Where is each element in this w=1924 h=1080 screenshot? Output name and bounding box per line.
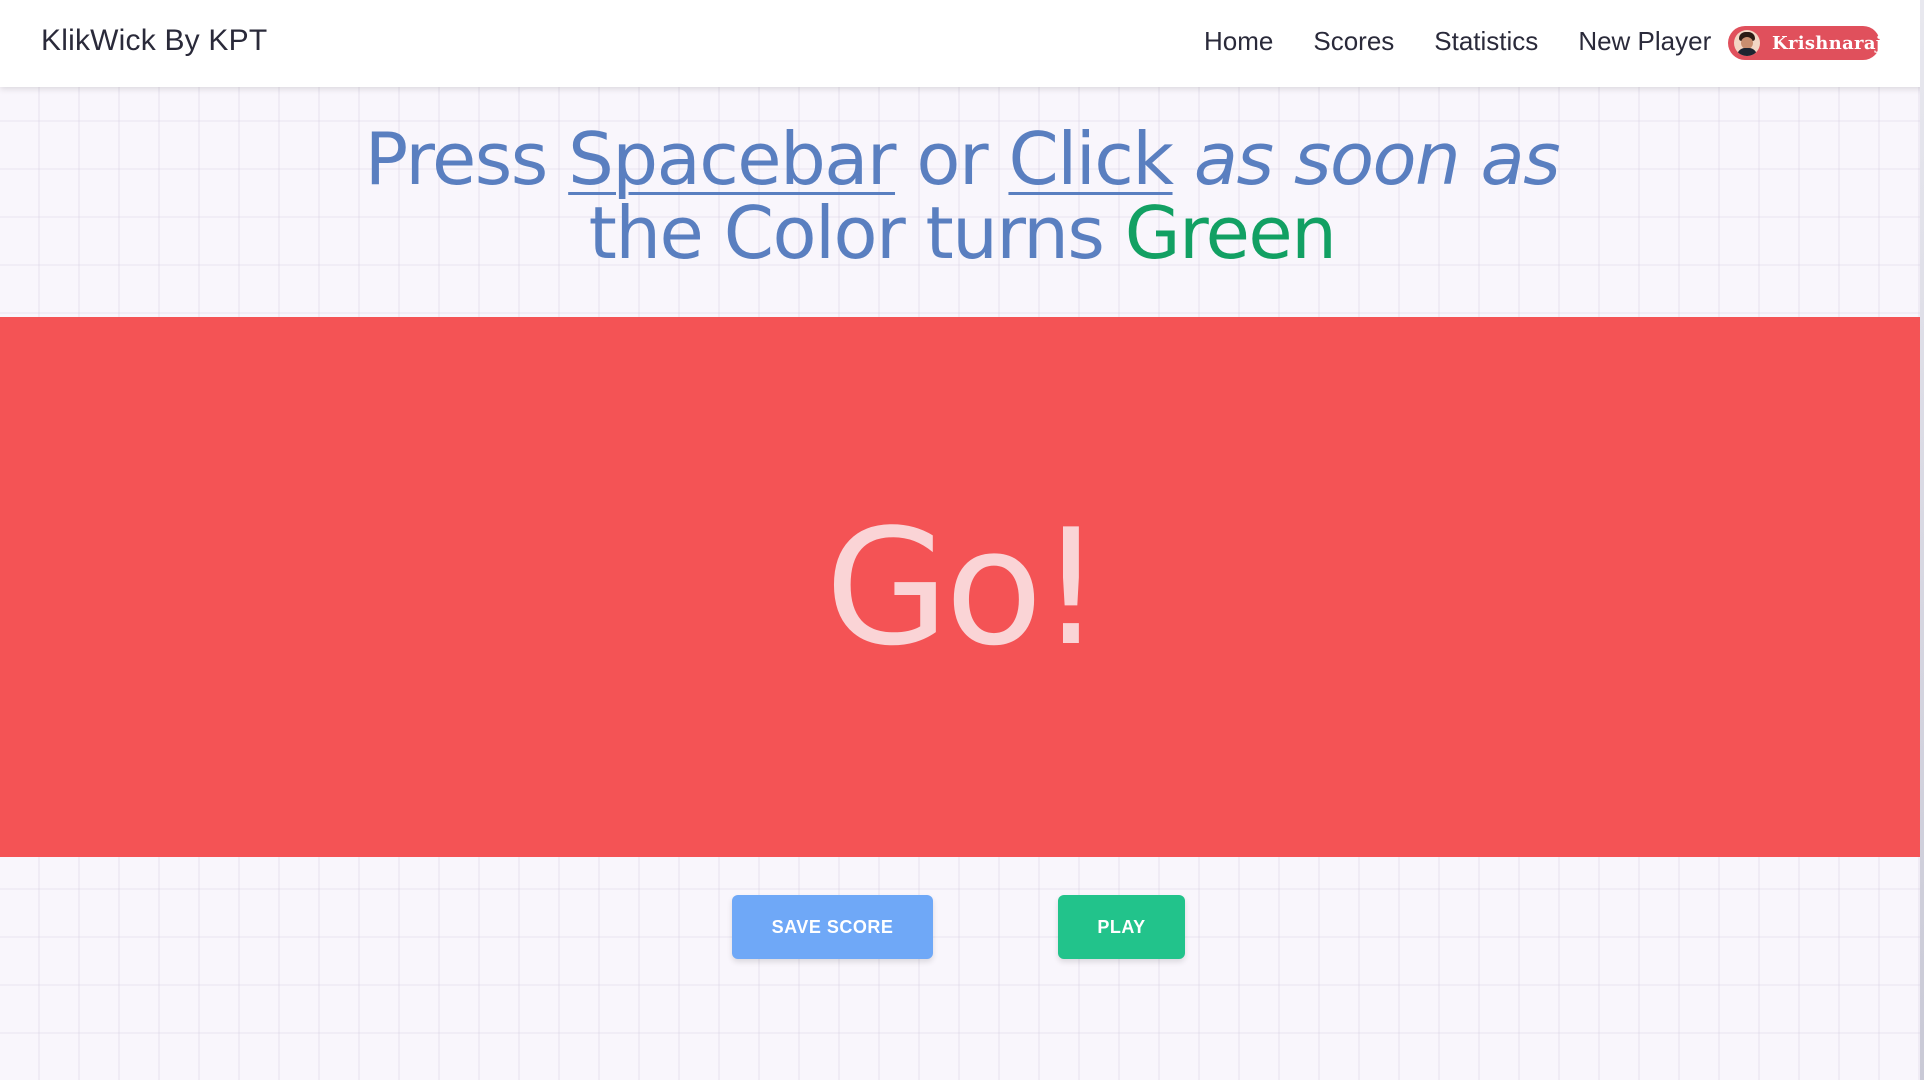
save-score-button[interactable]: SAVE SCORE — [732, 895, 933, 959]
play-button[interactable]: PLAY — [1058, 895, 1185, 959]
game-status-text: Go! — [824, 493, 1103, 681]
nav-links: Home Scores Statistics New Player — [1204, 26, 1711, 57]
headline-green: Green — [1124, 191, 1337, 275]
headline-line-2: the Color turns Green — [0, 196, 1924, 270]
user-badge[interactable]: Krishnaraj — [1728, 26, 1883, 60]
headline-spacebar: Spacebar — [568, 117, 896, 201]
headline-press: Press — [364, 117, 549, 201]
nav-link-new-player[interactable]: New Player — [1578, 26, 1711, 57]
user-name: Krishnaraj — [1772, 32, 1883, 54]
headline-as-soon-as: as soon as — [1193, 117, 1561, 201]
avatar — [1734, 30, 1760, 56]
brand-title[interactable]: KlikWick By KPT — [41, 24, 267, 58]
headline-line-1: Press Spacebar or Click as soon as — [0, 122, 1924, 196]
nav-link-home[interactable]: Home — [1204, 26, 1273, 57]
nav-link-scores[interactable]: Scores — [1313, 26, 1394, 57]
instruction-headline: Press Spacebar or Click as soon as the C… — [0, 122, 1924, 270]
reaction-play-area[interactable]: Go! — [0, 317, 1924, 857]
window-scroll-edge — [1920, 0, 1924, 1080]
headline-click: Click — [1008, 117, 1174, 201]
nav-link-statistics[interactable]: Statistics — [1434, 26, 1538, 57]
headline-the-color-turns: the Color turns — [588, 191, 1105, 275]
top-navbar: KlikWick By KPT Home Scores Statistics N… — [0, 0, 1924, 87]
headline-or: or — [916, 117, 988, 201]
